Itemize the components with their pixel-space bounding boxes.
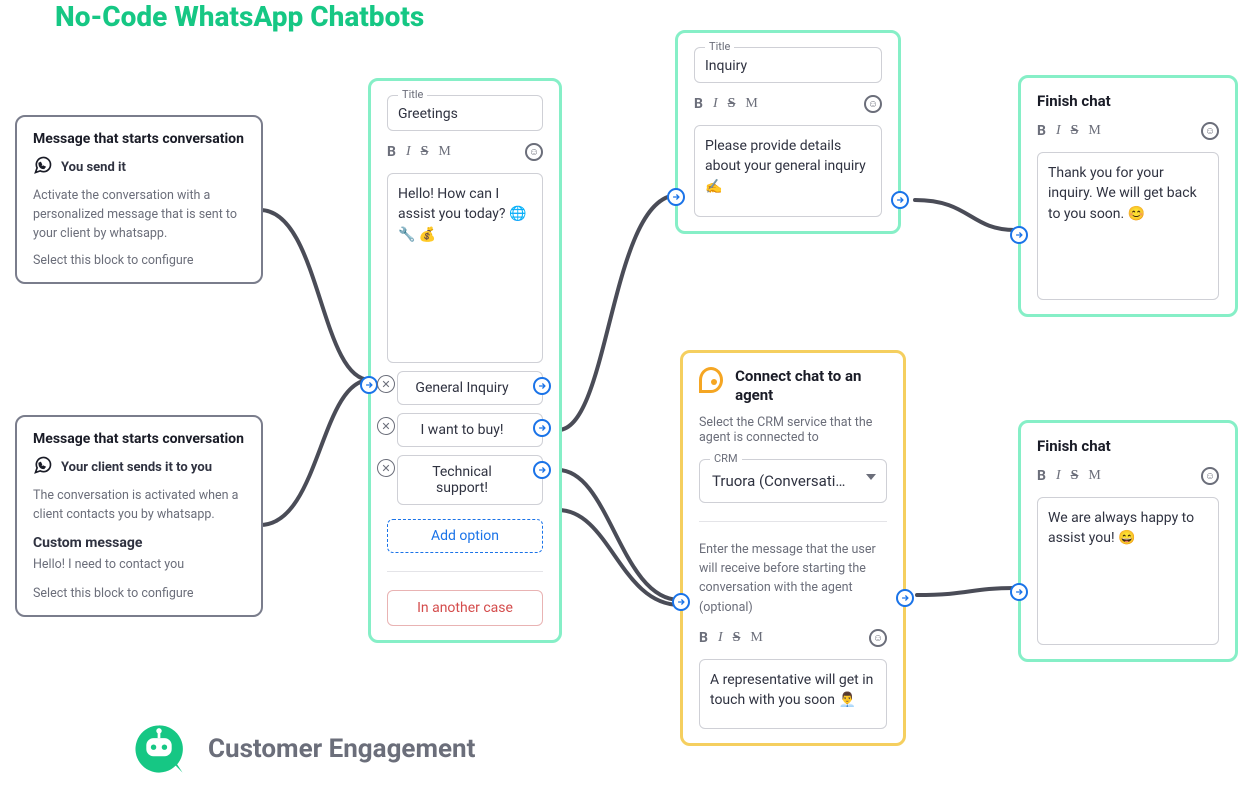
input-port[interactable] <box>672 593 690 611</box>
format-toolbar: B I S M ☺ <box>1037 122 1219 140</box>
body-textarea[interactable]: Hello! How can I assist you today? 🌐 🔧 💰 <box>387 173 543 363</box>
whatsapp-icon <box>33 455 53 479</box>
mono-button[interactable]: M <box>1088 123 1100 139</box>
italic-button[interactable]: I <box>406 144 411 160</box>
start-client-card[interactable]: Message that starts conversation Your cl… <box>15 415 263 617</box>
bold-button[interactable]: B <box>1037 468 1046 484</box>
card-subtitle: Your client sends it to you <box>61 460 212 475</box>
option-row: ✕ Technical support! <box>387 455 543 505</box>
mono-button[interactable]: M <box>750 630 762 646</box>
card-description: The conversation is activated when a cli… <box>33 487 245 525</box>
headset-icon <box>699 367 723 393</box>
option-input[interactable]: I want to buy! <box>397 413 543 447</box>
body-textarea[interactable]: We are always happy to assist you! 😄 <box>1037 497 1219 645</box>
emoji-button[interactable]: ☺ <box>525 143 543 161</box>
bot-icon <box>130 720 188 778</box>
input-port[interactable] <box>1010 583 1028 601</box>
custom-message-value: Hello! I need to contact you <box>33 557 245 572</box>
body-textarea[interactable]: Please provide details about your genera… <box>694 125 882 217</box>
start-you-card[interactable]: Message that starts conversation You sen… <box>15 115 263 284</box>
delete-option-button[interactable]: ✕ <box>377 459 395 477</box>
divider <box>387 571 543 572</box>
divider <box>699 521 887 522</box>
delete-option-button[interactable]: ✕ <box>377 375 395 393</box>
alt-case-button[interactable]: In another case <box>387 590 543 626</box>
add-option-button[interactable]: Add option <box>387 519 543 553</box>
output-port[interactable] <box>533 377 551 395</box>
title-value: Greetings <box>398 106 458 122</box>
format-toolbar: B I S M ☺ <box>694 95 882 113</box>
mono-button[interactable]: M <box>438 144 450 160</box>
title-input[interactable]: Title Greetings <box>387 95 543 131</box>
format-toolbar: B I S M ☺ <box>387 143 543 161</box>
greetings-card[interactable]: Title Greetings B I S M ☺ Hello! How can… <box>368 78 562 643</box>
card-heading: Finish chat <box>1037 437 1219 455</box>
crm-value: Truora (Conversati… <box>712 472 845 490</box>
strike-button[interactable]: S <box>733 630 741 646</box>
footer-brand: Customer Engagement <box>130 720 475 778</box>
field-label: CRM <box>710 452 742 465</box>
option-row: ✕ I want to buy! <box>387 413 543 447</box>
italic-button[interactable]: I <box>1056 123 1061 139</box>
title-input[interactable]: Title Inquiry <box>694 47 882 83</box>
agent-msg-hint: Enter the message that the user will rec… <box>699 540 887 618</box>
card-hint: Select this block to configure <box>33 253 245 268</box>
card-heading: Finish chat <box>1037 92 1219 110</box>
card-subtitle: You send it <box>61 160 126 175</box>
emoji-button[interactable]: ☺ <box>1201 122 1219 140</box>
input-port[interactable] <box>360 376 378 394</box>
option-input[interactable]: Technical support! <box>397 455 543 505</box>
card-hint: Select this block to configure <box>33 586 245 601</box>
card-heading: Message that starts conversation <box>33 131 245 147</box>
input-port[interactable] <box>1010 226 1028 244</box>
output-port[interactable] <box>533 461 551 479</box>
brand-text: Customer Engagement <box>208 734 475 764</box>
strike-button[interactable]: S <box>1071 123 1079 139</box>
italic-button[interactable]: I <box>1056 468 1061 484</box>
bold-button[interactable]: B <box>699 630 708 646</box>
title-value: Inquiry <box>705 58 747 74</box>
output-port[interactable] <box>891 191 909 209</box>
bold-button[interactable]: B <box>694 96 703 112</box>
body-textarea[interactable]: A representative will get in touch with … <box>699 659 887 729</box>
delete-option-button[interactable]: ✕ <box>377 417 395 435</box>
mono-button[interactable]: M <box>1088 468 1100 484</box>
agent-card[interactable]: Connect chat to an agent Select the CRM … <box>680 350 906 746</box>
bold-button[interactable]: B <box>387 144 396 160</box>
chevron-down-icon <box>866 474 876 480</box>
finish-card[interactable]: Finish chat B I S M ☺ Thank you for your… <box>1018 75 1238 317</box>
strike-button[interactable]: S <box>1071 468 1079 484</box>
output-port[interactable] <box>896 589 914 607</box>
field-label: Title <box>398 88 427 101</box>
crm-select[interactable]: CRM Truora (Conversati… <box>699 459 887 503</box>
agent-description: Select the CRM service that the agent is… <box>699 415 887 445</box>
italic-button[interactable]: I <box>713 96 718 112</box>
option-row: ✕ General Inquiry <box>387 371 543 405</box>
mono-button[interactable]: M <box>745 96 757 112</box>
option-input[interactable]: General Inquiry <box>397 371 543 405</box>
strike-button[interactable]: S <box>421 144 429 160</box>
bold-button[interactable]: B <box>1037 123 1046 139</box>
finish-card[interactable]: Finish chat B I S M ☺ We are always happ… <box>1018 420 1238 662</box>
format-toolbar: B I S M ☺ <box>1037 467 1219 485</box>
output-port[interactable] <box>533 419 551 437</box>
inquiry-card[interactable]: Title Inquiry B I S M ☺ Please provide d… <box>675 30 901 234</box>
italic-button[interactable]: I <box>718 630 723 646</box>
custom-message-label: Custom message <box>33 535 245 551</box>
body-textarea[interactable]: Thank you for your inquiry. We will get … <box>1037 152 1219 300</box>
page-title: No-Code WhatsApp Chatbots <box>55 0 424 33</box>
input-port[interactable] <box>667 188 685 206</box>
card-heading: Message that starts conversation <box>33 431 245 447</box>
emoji-button[interactable]: ☺ <box>1201 467 1219 485</box>
format-toolbar: B I S M ☺ <box>699 629 887 647</box>
field-label: Title <box>705 40 734 53</box>
whatsapp-icon <box>33 155 53 179</box>
card-heading: Connect chat to an agent <box>735 367 887 405</box>
emoji-button[interactable]: ☺ <box>864 95 882 113</box>
strike-button[interactable]: S <box>728 96 736 112</box>
emoji-button[interactable]: ☺ <box>869 629 887 647</box>
card-description: Activate the conversation with a persona… <box>33 187 245 243</box>
